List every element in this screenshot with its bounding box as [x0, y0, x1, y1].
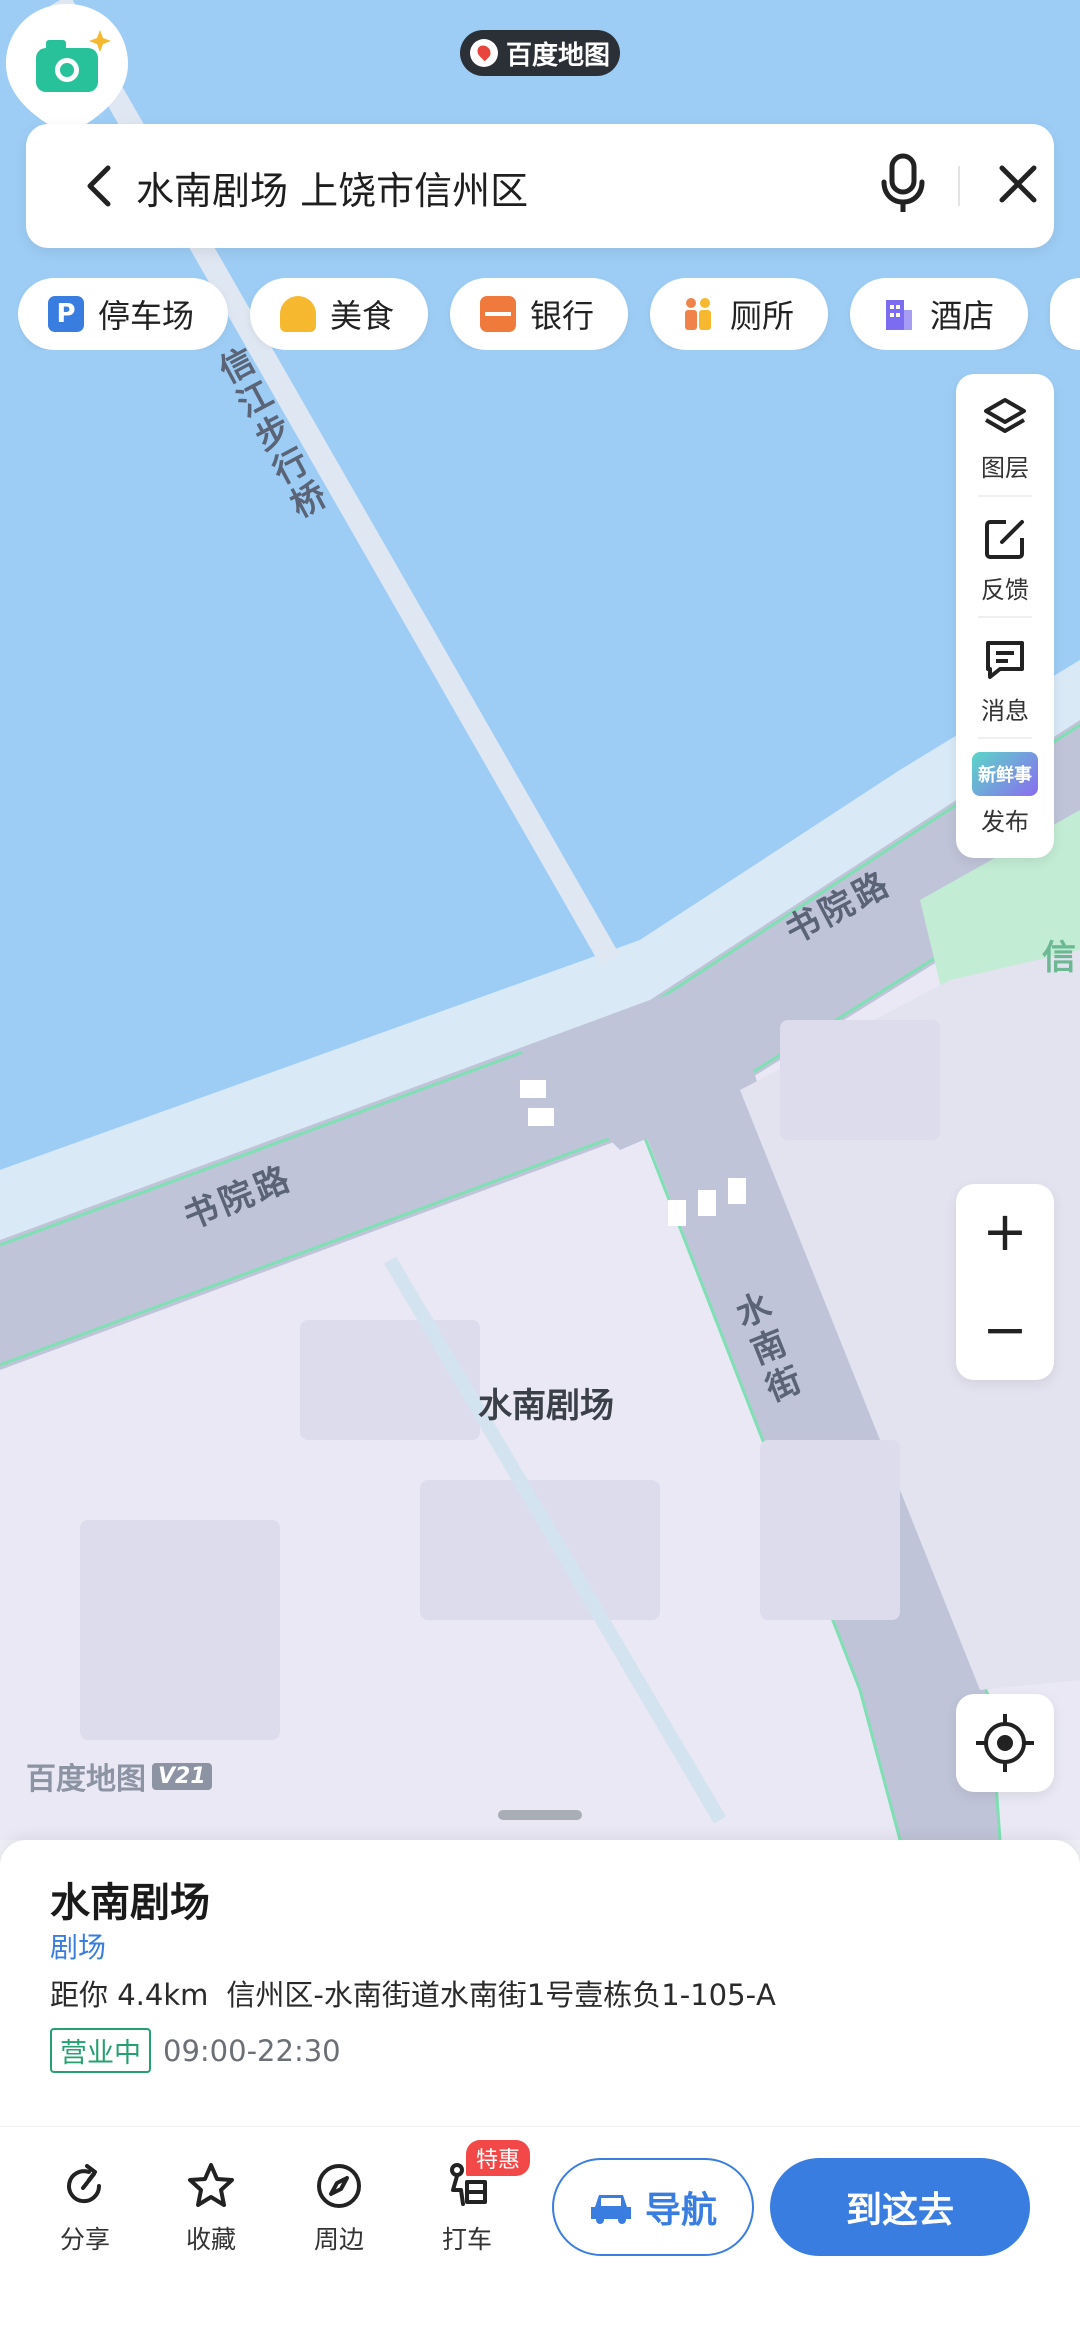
back-icon[interactable]	[70, 156, 130, 216]
edit-icon	[985, 520, 1024, 559]
map-canvas[interactable]: 信江步行桥 书院路 书院路 水南街 信 水南剧场	[0, 0, 1080, 1840]
publish-badge-text: 新鲜事	[978, 765, 1032, 786]
map-tools-panel: 图层 反馈 消息 新鲜事 发布	[956, 374, 1054, 858]
share-label: 分享	[59, 2225, 110, 2254]
open-status-badge: 营业中	[50, 2028, 151, 2073]
place-distance: 距你 4.4km	[50, 1978, 209, 2012]
zoom-control: + −	[956, 1184, 1054, 1380]
zoom-in-button[interactable]: +	[956, 1184, 1054, 1282]
place-category[interactable]: 剧场	[50, 1926, 106, 1966]
publish-button[interactable]: 新鲜事 发布	[956, 738, 1054, 858]
nearby-label: 周边	[313, 2225, 364, 2254]
chip-label: 美食	[330, 297, 395, 335]
chip-label: 厕所	[730, 297, 795, 335]
app-badge: 百度地图	[460, 30, 620, 76]
chip-toilet[interactable]: 厕所	[650, 278, 829, 350]
toilet-icon	[680, 296, 716, 332]
chip-food[interactable]: 美食	[250, 278, 429, 350]
search-query[interactable]: 水南剧场 上饶市信州区	[136, 160, 528, 215]
chip-bank[interactable]: 银行	[450, 278, 629, 350]
chip-hotel[interactable]: 酒店	[850, 278, 1029, 350]
baidu-map-logo-icon	[469, 39, 498, 67]
bank-card-icon	[480, 296, 517, 332]
layers-label: 图层	[981, 454, 1029, 482]
parking-icon: P	[48, 296, 84, 332]
map-watermark: 百度地图 V21	[26, 1754, 212, 1798]
fresh-news-icon: 新鲜事	[972, 752, 1038, 796]
chip-label: 银行	[530, 297, 595, 335]
navigate-label: 导航	[644, 2190, 717, 2231]
place-name: 水南剧场	[50, 1880, 210, 1926]
nearby-button[interactable]: 周边	[284, 2160, 394, 2260]
chip-label: 酒店	[930, 297, 995, 335]
app-badge-label: 百度地图	[505, 40, 610, 71]
share-button[interactable]: 分享	[30, 2160, 140, 2260]
close-icon[interactable]	[988, 154, 1048, 214]
place-address: 信州区-水南街道水南街1号壹栋负1-105-A	[226, 1978, 776, 2012]
go-here-button[interactable]: 到这去	[770, 2158, 1030, 2256]
favorite-button[interactable]: 收藏	[156, 2160, 266, 2260]
chip-label: 停车场	[98, 297, 195, 335]
messages-label: 消息	[981, 697, 1029, 725]
feedback-button[interactable]: 反馈	[956, 496, 1054, 616]
compass-icon	[317, 2164, 361, 2208]
chip-parking[interactable]: P 停车场	[18, 278, 229, 350]
open-status-row: 营业中 09:00-22:30	[50, 2028, 341, 2073]
watermark-brand: 百度地图	[26, 1762, 146, 1797]
message-icon	[986, 641, 1024, 679]
star-icon	[188, 2163, 234, 2207]
sheet-drag-handle[interactable]	[498, 1810, 582, 1820]
zoom-out-button[interactable]: −	[956, 1282, 1054, 1380]
search-bar[interactable]: 水南剧场 上饶市信州区	[26, 124, 1054, 248]
crosshair-icon	[976, 1714, 1034, 1772]
share-icon	[67, 2164, 102, 2204]
poi-label[interactable]: 水南剧场	[0, 1378, 1080, 1427]
hotel-icon	[880, 296, 916, 332]
place-address-row: 距你 4.4km 信州区-水南街道水南街1号壹栋负1-105-A	[50, 1972, 794, 2014]
map-graphics	[0, 0, 1080, 1840]
chip-more[interactable]	[1050, 278, 1080, 350]
locate-button[interactable]	[956, 1694, 1054, 1792]
layers-button[interactable]: 图层	[956, 374, 1054, 494]
favorite-label: 收藏	[185, 2225, 236, 2254]
promo-badge: 特惠	[466, 2140, 531, 2176]
layers-icon	[984, 398, 1026, 433]
car-icon	[590, 2195, 631, 2224]
watermark-version: V21	[152, 1762, 212, 1790]
map-edge-label: 信	[1042, 938, 1080, 978]
publish-label: 发布	[981, 808, 1029, 836]
messages-button[interactable]: 消息	[956, 617, 1054, 737]
navigate-button[interactable]: 导航	[552, 2158, 754, 2256]
search-separator	[958, 166, 960, 206]
opening-hours: 09:00-22:30	[163, 2033, 341, 2068]
category-chips: P 停车场 美食 银行 厕所 酒店	[18, 278, 1080, 350]
taxi-label: 打车	[441, 2225, 492, 2254]
microphone-icon[interactable]	[878, 152, 928, 216]
feedback-label: 反馈	[981, 576, 1029, 604]
food-icon	[280, 296, 317, 332]
